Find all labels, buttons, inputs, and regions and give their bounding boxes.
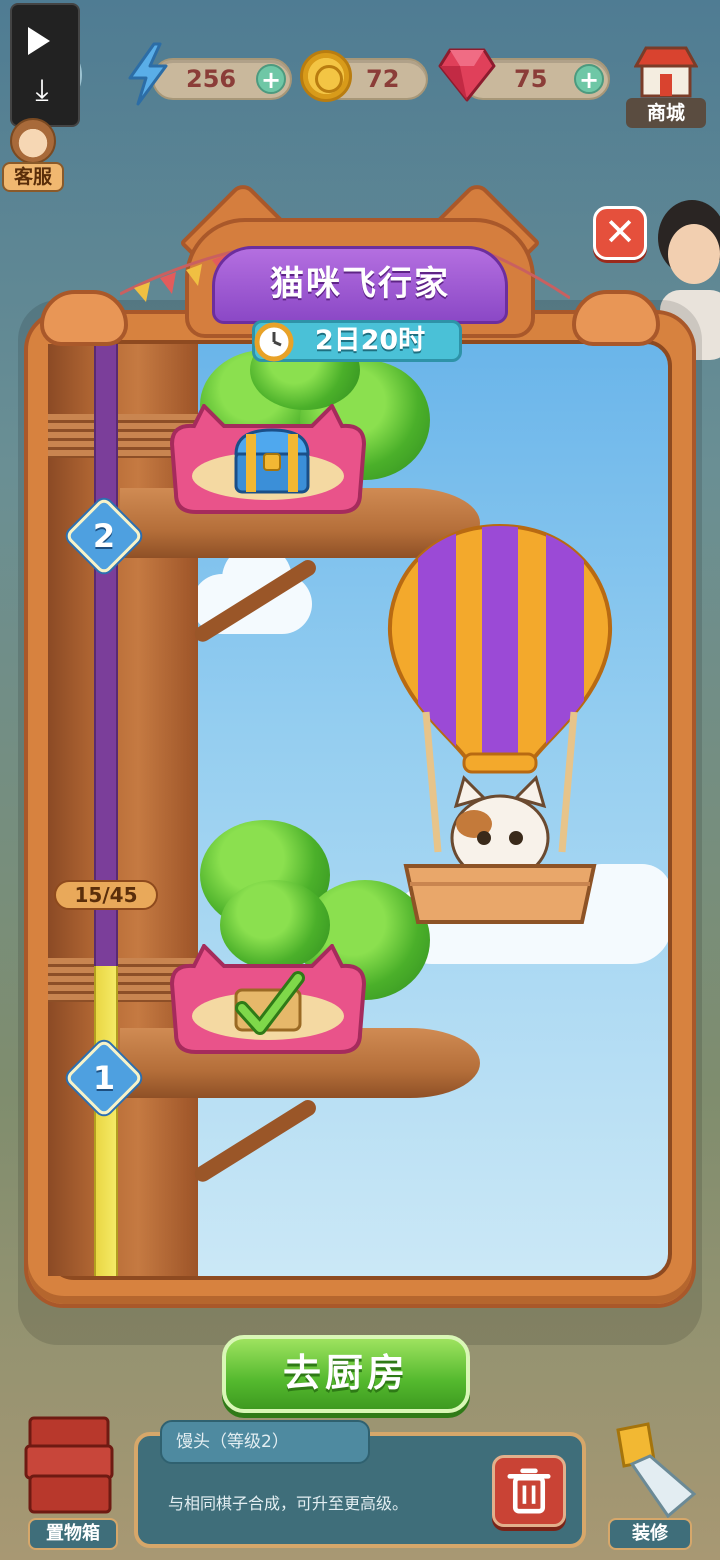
progress-fill bbox=[94, 965, 118, 1276]
item-name: 馒头（等级2） bbox=[160, 1420, 370, 1464]
delete-item-button[interactable] bbox=[492, 1455, 566, 1527]
progress-counter: 15/45 bbox=[54, 880, 158, 910]
decorate-button[interactable]: 装修 bbox=[598, 1420, 702, 1550]
energy-value: 256 bbox=[186, 65, 237, 93]
coin-icon bbox=[300, 50, 352, 102]
paint-brush-icon bbox=[616, 1422, 697, 1519]
customer-service-button[interactable]: 客服 bbox=[2, 118, 64, 196]
cat-paw-right bbox=[572, 290, 660, 346]
customer-service-avatar-icon bbox=[10, 118, 56, 164]
shop-label: 商城 bbox=[626, 98, 706, 128]
storage-box-label: 置物箱 bbox=[28, 1518, 118, 1550]
shop-button[interactable]: 商城 bbox=[626, 42, 706, 130]
play-icon[interactable] bbox=[28, 27, 50, 55]
trash-icon bbox=[507, 1468, 551, 1514]
recording-overlay[interactable]: ⤓ bbox=[10, 3, 80, 127]
milestone-number-2: 2 bbox=[92, 517, 116, 555]
item-description: 与相同棋子合成，可升至更高级。 bbox=[168, 1494, 409, 1513]
treasure-chest-icon[interactable] bbox=[232, 424, 312, 496]
hot-air-balloon-cat bbox=[387, 523, 613, 924]
close-button[interactable]: ✕ bbox=[593, 206, 647, 260]
event-timer-text: 2日20时 bbox=[314, 325, 426, 356]
storage-box-icon bbox=[24, 1416, 114, 1514]
alarm-clock-icon bbox=[254, 322, 294, 362]
energy-plus-button[interactable]: + bbox=[256, 64, 286, 94]
lightning-icon bbox=[128, 42, 168, 106]
energy-counter: 256 + bbox=[152, 58, 292, 100]
download-icon[interactable]: ⤓ bbox=[26, 75, 58, 107]
basket-claimed-check-icon bbox=[234, 971, 305, 1035]
gem-plus-button[interactable]: + bbox=[574, 64, 604, 94]
storage-box-button[interactable]: 置物箱 bbox=[20, 1410, 124, 1550]
decorate-label: 装修 bbox=[608, 1518, 692, 1550]
cat-paw-left bbox=[40, 290, 128, 346]
gem-value: 75 bbox=[514, 65, 548, 93]
go-to-kitchen-button[interactable]: 去厨房 bbox=[222, 1335, 470, 1413]
coin-value: 72 bbox=[366, 65, 400, 93]
shop-house-icon bbox=[634, 46, 698, 98]
milestone-number-1: 1 bbox=[92, 1059, 116, 1097]
modal-title: 猫咪飞行家 bbox=[270, 264, 450, 304]
customer-service-label: 客服 bbox=[2, 162, 64, 192]
ruby-gem-icon bbox=[438, 48, 496, 102]
